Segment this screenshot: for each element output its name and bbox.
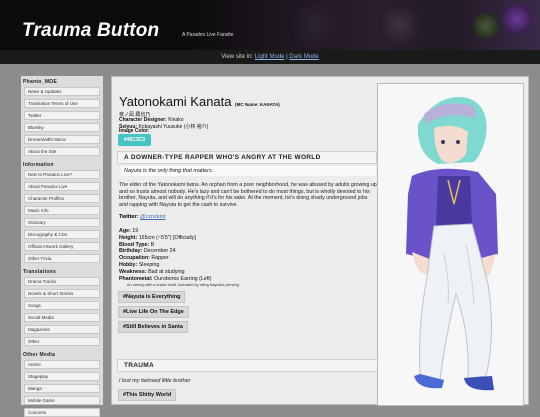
sidebar-section-heading: Information (23, 162, 54, 168)
sidebar-link[interactable]: Translation Terms of Use (24, 99, 100, 108)
sidebar: Phanto_MOE News & Updates Translation Term… (21, 76, 103, 417)
mc-name: (MC Name: KANATA) (235, 102, 280, 107)
stat-line: Age: 19 (119, 228, 239, 235)
stat-label: Birthday: (119, 248, 143, 255)
sidebar-link[interactable]: Bluesky (24, 123, 100, 132)
view-mode-label: View site in: (221, 54, 255, 60)
character-quote: Nayuta is the only thing that matters. (121, 166, 376, 176)
light-mode-link[interactable]: Light Mode (255, 54, 285, 60)
sidebar-section-heading: Phanto_MOE (23, 79, 58, 85)
stat-label: Weakness: (119, 268, 147, 275)
stat-label: Phantometal: (119, 275, 153, 282)
stat-value: 19 (132, 228, 139, 234)
stat-line: Weakness: Bad at studying (119, 269, 239, 276)
stat-line: Birthday: December 24 (119, 248, 239, 255)
trauma-quote: I lost my beloved little brother (119, 378, 191, 384)
stat-line: Phantometal: Ouroboros Earring (Left) (119, 276, 239, 283)
sidebar-link[interactable]: Discography & CDs (24, 230, 100, 239)
site-banner: Trauma Button A Paradox Live Fansite (0, 0, 540, 50)
site-title[interactable]: Trauma Button (22, 20, 159, 42)
tag-3: #Still Believes in Santa (118, 321, 188, 333)
sidebar-link[interactable]: Other (24, 337, 100, 346)
sidebar-link[interactable]: Social Media (24, 313, 100, 322)
tag-1: #Nayuta Is Everything (118, 291, 186, 303)
section-heading-intro: A DOWNER-TYPE RAPPER WHO'S ANGRY AT THE … (117, 151, 377, 164)
trauma-tag: #This Shitty World (118, 389, 177, 401)
stat-value: Sleeping (138, 261, 160, 268)
stat-value: Bad at studying (148, 268, 185, 275)
tag-2: #Live Life On The Edge (118, 306, 189, 318)
stat-label: Age: (119, 228, 131, 234)
character-name: Yatonokami Kanata (MC Name: KANATA) (119, 94, 280, 109)
sidebar-link[interactable]: Anime (24, 360, 100, 369)
sidebar-link[interactable]: Official Artwork Gallery (24, 242, 100, 251)
phantometal-note: An earring with a snake motif. Activated… (127, 283, 239, 288)
shoe-right (464, 376, 494, 391)
sidebar-link[interactable]: News & Updates (24, 87, 100, 96)
sidebar-link[interactable]: Mobile Game (24, 396, 100, 405)
sidebar-link[interactable]: Other Trivia (24, 254, 100, 263)
twitter-label: Twitter: (119, 214, 139, 220)
sidebar-link[interactable]: Character Profiles (24, 194, 100, 203)
character-portrait (377, 83, 524, 406)
sidebar-link[interactable]: Drama Tracks (24, 277, 100, 286)
twitter-link[interactable]: @cznzkint (140, 214, 165, 220)
section-heading-trauma: TRAUMA (117, 359, 379, 372)
stat-value: 165cm (~5'5") [Officially] (138, 234, 196, 241)
view-mode-bar: View site in: Light Mode | Dark Mode (0, 50, 540, 64)
stat-value: Ouroboros Earring (Left) (154, 275, 212, 282)
stat-line: Hobby: Sleeping (119, 262, 239, 269)
character-stats: Age: 19 Height: 165cm (~5'5") [Officially… (119, 228, 239, 289)
stat-label: Hobby: (119, 261, 138, 268)
sidebar-link[interactable]: Music Info (24, 206, 100, 215)
sidebar-link[interactable]: DreamWidth Mirror (24, 135, 100, 144)
sidebar-section-heading: Other Media (23, 352, 56, 358)
stat-line: Blood Type: B (119, 242, 239, 249)
sidebar-link[interactable]: Glossary (24, 218, 100, 227)
character-name-text: Yatonokami Kanata (119, 94, 232, 109)
image-color-badge: #46C3C3 (118, 134, 151, 146)
sidebar-link[interactable]: About the Site (24, 147, 100, 156)
stat-value: B (150, 241, 155, 248)
sidebar-link[interactable]: New to Paradox Live? (24, 170, 100, 179)
stat-label: Blood Type: (119, 241, 150, 248)
character-bio: The elder of the Yatonokami twins. An or… (119, 182, 377, 209)
stat-label: Occupation: (119, 255, 150, 262)
stat-value: Rapper (151, 255, 169, 262)
sidebar-link[interactable]: Twitter (24, 111, 100, 120)
sidebar-section-heading: Translations (23, 269, 57, 275)
sidebar-link[interactable]: Novels & Short Stories (24, 289, 100, 298)
twitter-line: Twitter: @cznzkint (119, 214, 165, 220)
stat-label: Height: (119, 234, 138, 241)
sidebar-link[interactable]: Manga (24, 384, 100, 393)
banner-artwork (180, 0, 540, 50)
stat-line: Occupation: Rapper (119, 255, 239, 262)
sidebar-link[interactable]: Magazines (24, 325, 100, 334)
site-subtitle: A Paradox Live Fansite (182, 32, 234, 38)
dark-mode-link[interactable]: Dark Mode (289, 54, 318, 60)
stat-line: Height: 165cm (~5'5") [Officially] (119, 235, 239, 242)
sidebar-link[interactable]: Concerts (24, 408, 100, 417)
sidebar-link[interactable]: About Paradox Live (24, 182, 100, 191)
sidebar-link[interactable]: Stageplay (24, 372, 100, 381)
stat-value: December 24 (143, 248, 176, 255)
character-illustration (406, 97, 498, 391)
main-content: Yatonokami Kanata (MC Name: KANATA) 夜ノ凪 … (111, 76, 529, 406)
sidebar-link[interactable]: Songs (24, 301, 100, 310)
